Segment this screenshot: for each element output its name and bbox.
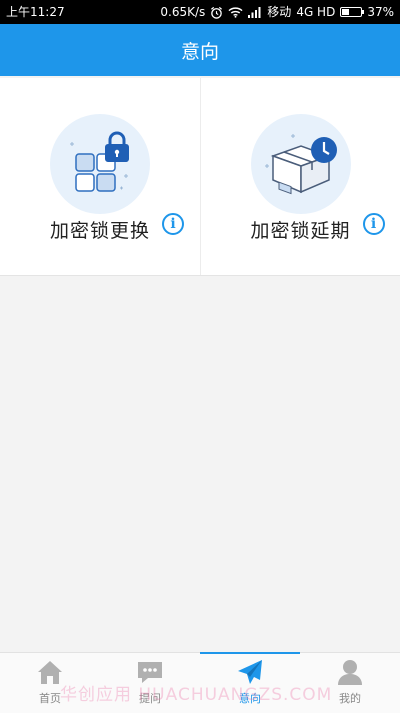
tab-label-ask: 提问 [139, 692, 161, 705]
info-icon[interactable]: i [162, 213, 184, 235]
tab-home[interactable]: 首页 [0, 653, 100, 713]
battery-percent: 37% [367, 5, 394, 19]
card-lock-replace[interactable]: 加密锁更换 i [0, 78, 200, 275]
lock-blocks-icon [50, 114, 150, 214]
battery-fill [342, 9, 350, 15]
carrier-name: 移动 [267, 5, 292, 19]
tab-label-home: 首页 [39, 692, 61, 705]
tab-label-mine: 我的 [339, 692, 361, 705]
app-header: 意向 [0, 24, 400, 76]
box-clock-icon [250, 114, 351, 214]
battery-icon [340, 7, 365, 17]
card-label-lock-replace: 加密锁更换 [50, 220, 151, 242]
network-speed: 0.65K/s [160, 5, 206, 19]
chat-bubble-icon [138, 662, 162, 683]
tab-mine[interactable]: 我的 [300, 653, 400, 713]
network-type: 4G HD [296, 5, 336, 19]
signal-icon [248, 7, 261, 18]
alarm-icon [211, 6, 223, 19]
page-title: 意向 [180, 40, 219, 63]
tab-label-intent: 意向 [239, 692, 261, 705]
home-icon [38, 661, 62, 684]
wifi-icon [228, 7, 243, 18]
status-time: 上午11:27 [6, 5, 65, 19]
status-bar: 上午11:27 0.65K/s 移动 4G HD 37% [0, 0, 400, 24]
status-indicators: 0.65K/s 移动 4G HD 37% [160, 0, 394, 24]
paper-plane-icon [238, 660, 262, 684]
bottom-tab-bar: 首页 提问 意向 我的 [0, 652, 400, 713]
tab-intent[interactable]: 意向 [200, 652, 300, 713]
info-icon[interactable]: i [362, 213, 385, 235]
card-lock-extend[interactable]: 加密锁延期 i [199, 78, 400, 275]
service-cards: 加密锁更换 i 加密锁延期 i [0, 78, 400, 276]
user-icon [338, 660, 362, 685]
tab-ask[interactable]: 提问 [100, 653, 200, 713]
card-label-lock-extend: 加密锁延期 [250, 220, 351, 242]
